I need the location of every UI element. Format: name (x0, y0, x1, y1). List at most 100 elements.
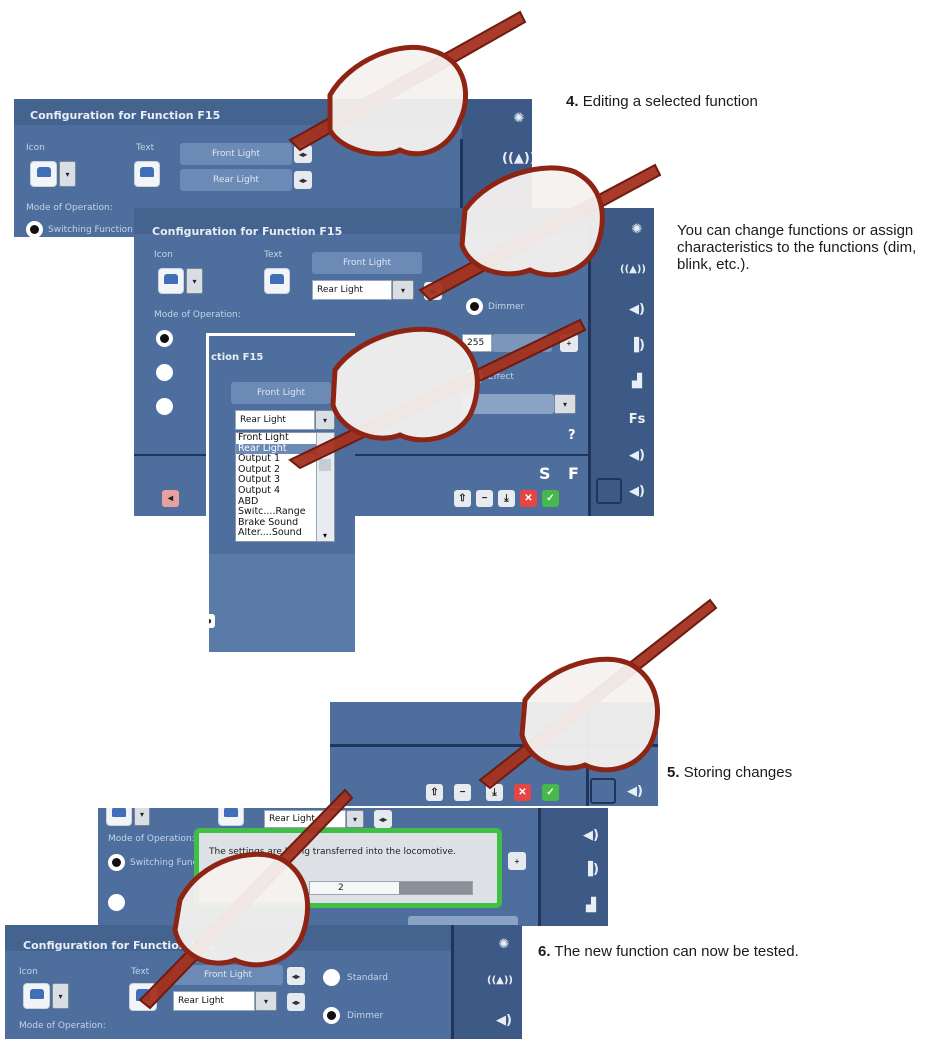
cancel-icon[interactable]: ✕ (520, 490, 537, 507)
rear-light-select[interactable]: Rear Light (173, 991, 255, 1011)
dim-value-field[interactable]: 255 (462, 334, 492, 352)
dropdown-option[interactable]: Brake Sound (236, 518, 318, 529)
dim-plus-button[interactable]: + (560, 334, 578, 352)
up-arrow-icon[interactable]: ⇧ (426, 784, 443, 801)
dim-plus-button[interactable]: + (508, 852, 526, 870)
list-scrollbar[interactable]: ▾ (316, 433, 334, 541)
s-label: S (539, 464, 551, 483)
dropdown-option[interactable]: ABD (236, 497, 318, 508)
rear-light-dropdown-button[interactable]: ▾ (255, 991, 277, 1011)
text-label: Text (131, 967, 150, 977)
wireless-icon[interactable]: ((▲)) (502, 151, 532, 166)
dim-slider[interactable] (492, 334, 552, 352)
standard-radio[interactable] (323, 969, 340, 986)
locomotive-icon[interactable] (106, 808, 132, 826)
dropdown-option[interactable]: Output 1 (236, 454, 318, 465)
step4-number: 4. (566, 93, 579, 110)
text-icon[interactable] (129, 983, 157, 1011)
dropdown-option[interactable]: Output 3 (236, 475, 318, 486)
front-light-field[interactable]: Front Light (231, 382, 331, 404)
wireless-icon[interactable]: ((▲)) (618, 264, 648, 275)
rear-light-select[interactable]: Rear Light (264, 810, 346, 828)
rear-light-dropdown-button[interactable]: ▾ (346, 810, 364, 828)
cancel-icon[interactable]: ✕ (514, 784, 531, 801)
switching-function-radio[interactable] (26, 221, 43, 237)
up-arrow-icon[interactable]: ⇧ (454, 490, 471, 507)
text-icon[interactable] (218, 808, 244, 826)
sound-icon[interactable]: ◀) (622, 484, 652, 499)
icon-dropdown-button[interactable]: ▾ (52, 983, 69, 1009)
front-light-field[interactable]: Front Light (173, 965, 283, 985)
confirm-icon[interactable]: ✓ (542, 784, 559, 801)
step4-caption: 4. Editing a selected function (566, 93, 758, 110)
dropdown-option[interactable]: Alter....Sound (236, 528, 318, 539)
dimmer-radio[interactable] (466, 298, 483, 315)
horn-icon[interactable]: ▐) (576, 862, 606, 877)
rear-light-dropdown-button[interactable]: ▾ (392, 280, 414, 300)
dropdown-button[interactable]: ▾ (315, 410, 335, 430)
dropdown-option[interactable]: Output 2 (236, 465, 318, 476)
sound-icon[interactable]: ◀) (622, 448, 652, 463)
step6-text: The new function can now be tested. (554, 943, 799, 960)
option-list[interactable]: Front Light Rear Light Output 1 Output 2 Out… (235, 432, 335, 542)
dropdown-option[interactable]: Rear Light (236, 443, 318, 455)
empty-slot[interactable] (596, 478, 622, 504)
locomotive-icon[interactable] (158, 268, 184, 294)
transfer-message: The settings are being transferred into … (209, 847, 457, 857)
rear-light-select[interactable]: Rear Light (235, 410, 315, 430)
coupler-icon[interactable]: ▟ (576, 898, 606, 913)
front-light-field[interactable]: Front Light (180, 143, 292, 165)
effect-dropdown-button[interactable]: ▾ (554, 394, 576, 414)
text-icon[interactable] (264, 268, 290, 294)
dropdown-option[interactable]: Front Light (236, 433, 318, 444)
dropdown-option[interactable]: Output 4 (236, 486, 318, 497)
switching-function-radio[interactable] (108, 854, 125, 871)
rear-light-arrow-button[interactable]: ◂▸ (374, 810, 392, 828)
icon-dropdown-button[interactable]: ▾ (134, 808, 150, 826)
light-icon[interactable]: ✺ (489, 937, 519, 952)
rear-light-arrow-button[interactable]: ◂▸ (287, 993, 305, 1011)
text-icon[interactable] (134, 161, 160, 187)
locomotive-icon[interactable] (30, 161, 57, 187)
save-icon[interactable]: ⤓ (486, 784, 503, 801)
front-light-field[interactable]: Front Light (312, 252, 422, 274)
front-light-arrow-button[interactable]: ◂▸ (287, 967, 305, 985)
sound-icon[interactable]: ◀) (620, 784, 650, 799)
transfer-dialog: The settings are being transferred into … (194, 828, 502, 908)
light-icon[interactable]: ✺ (622, 222, 652, 237)
rear-light-arrow-button[interactable]: ◂▸ (294, 171, 312, 189)
icon-dropdown-button[interactable]: ▾ (59, 161, 76, 187)
effect-radio[interactable] (466, 368, 483, 385)
light-icon[interactable]: ✺ (504, 111, 532, 126)
coupler-icon[interactable]: ▟ (622, 374, 652, 389)
wireless-icon[interactable]: ((▲)) (485, 975, 515, 986)
confirm-icon[interactable]: ✓ (542, 490, 559, 507)
icon-dropdown-button[interactable]: ▾ (186, 268, 203, 294)
momentary-radio[interactable] (156, 364, 173, 381)
config-title: Configuration for Function F15 (30, 109, 221, 122)
rear-light-arrow-button[interactable]: ◂▸ (424, 282, 442, 300)
sound-icon[interactable]: ◀) (489, 1013, 519, 1028)
locomotive-icon[interactable] (23, 983, 50, 1009)
minus-icon[interactable]: − (476, 490, 493, 507)
save-icon[interactable]: ⤓ (498, 490, 515, 507)
horn-icon[interactable]: ▐) (622, 338, 652, 353)
left-nav-button[interactable]: ◂ (162, 490, 179, 507)
front-light-arrow-button[interactable]: ◂▸ (294, 145, 312, 163)
switching-function-radio[interactable] (156, 330, 173, 347)
nav-bullet-button[interactable]: ● (209, 614, 215, 628)
sound-icon[interactable]: ◀) (576, 828, 606, 843)
progress-bar-fill (399, 882, 472, 894)
help-icon[interactable]: ? (568, 428, 576, 443)
dropdown-option[interactable]: Switc....Range (236, 507, 318, 518)
standard-radio[interactable] (156, 398, 173, 415)
rear-light-field[interactable]: Rear Light (180, 169, 292, 191)
fs-icon[interactable]: Fs (622, 412, 652, 427)
rear-light-select[interactable]: Rear Light (312, 280, 392, 300)
effect-select[interactable] (462, 394, 554, 414)
empty-slot[interactable] (590, 778, 616, 804)
sound-icon[interactable]: ◀) (622, 302, 652, 317)
dimmer-radio[interactable] (323, 1007, 340, 1024)
momentary-radio[interactable] (108, 894, 125, 911)
minus-icon[interactable]: − (454, 784, 471, 801)
